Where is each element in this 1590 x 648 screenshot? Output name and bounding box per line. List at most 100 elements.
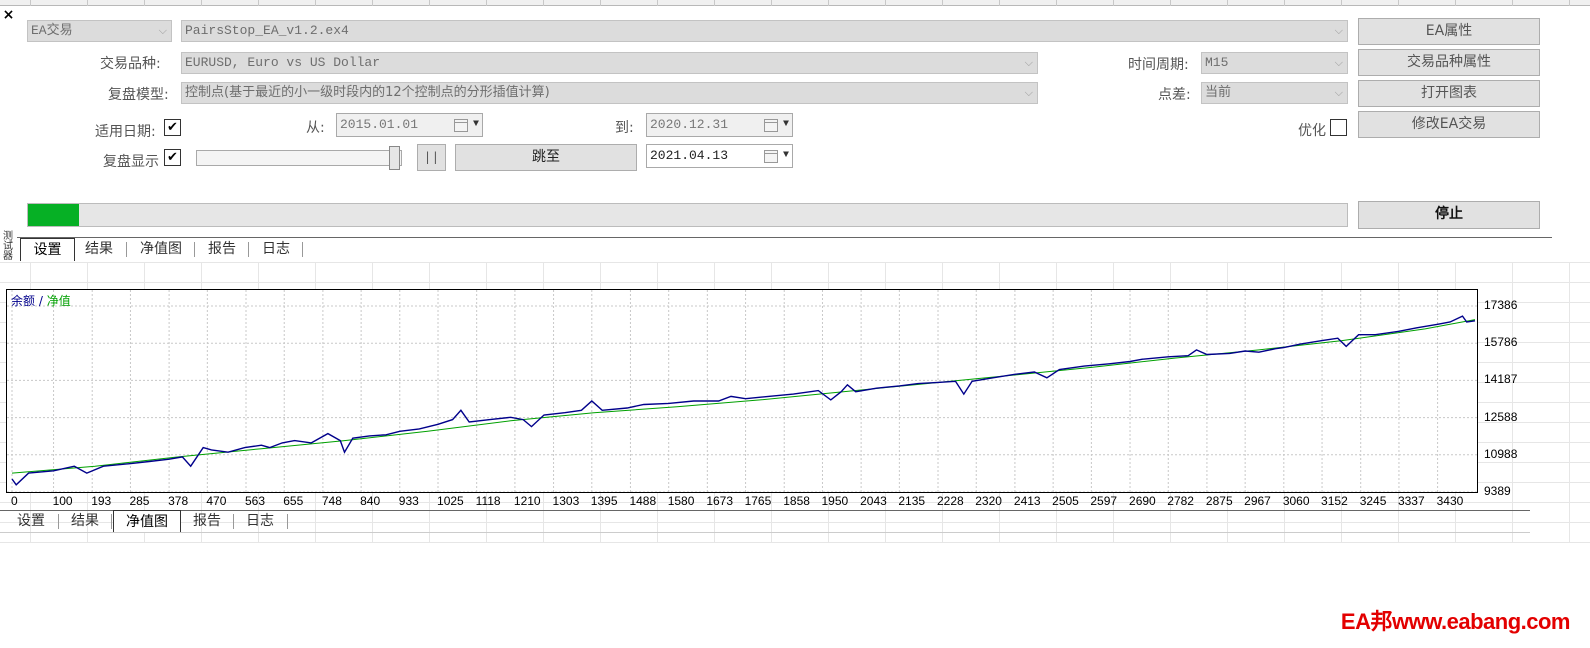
equity-chart: 余额 / 净值 xyxy=(6,289,1478,493)
spread-select[interactable]: 当前 ⌵ xyxy=(1201,82,1348,104)
x-tick-label: 470 xyxy=(206,494,227,508)
calendar-icon xyxy=(454,119,468,132)
y-tick-label: 10988 xyxy=(1484,446,1518,461)
tab-settings[interactable]: 设置 xyxy=(6,510,56,532)
calendar-icon xyxy=(764,150,778,163)
x-tick-label: 1025 xyxy=(437,494,464,508)
symbol-value: EURUSD, Euro vs US Dollar xyxy=(185,55,381,70)
legend-balance: 余额 xyxy=(11,294,36,308)
tab-settings[interactable]: 设置 xyxy=(20,238,75,261)
bottom-tab-underline xyxy=(0,532,1530,533)
ea-file-select[interactable]: PairsStop_EA_v1.2.ex4 ⌵ xyxy=(181,20,1348,42)
x-tick-label: 2228 xyxy=(937,494,964,508)
x-tick-label: 378 xyxy=(168,494,189,508)
ea-type-select[interactable]: EA交易 ⌵ xyxy=(27,20,172,42)
skip-to-date-picker[interactable]: 2021.04.13 ▼ xyxy=(646,144,793,168)
x-tick-label: 1580 xyxy=(667,494,695,508)
close-icon[interactable]: × xyxy=(0,6,17,24)
open-chart-button[interactable]: 打开图表 xyxy=(1358,80,1540,107)
stop-button[interactable]: 停止 xyxy=(1358,201,1540,229)
from-date-picker[interactable]: 2015.01.01 ▼ xyxy=(336,113,483,137)
tab-equity-chart[interactable]: 净值图 xyxy=(113,510,181,533)
y-tick-label: 9389 xyxy=(1484,484,1511,498)
visual-mode-label: 复盘显示 xyxy=(103,154,159,170)
to-date-value: 2020.12.31 xyxy=(650,117,729,132)
dropdown-arrow-icon: ▼ xyxy=(782,150,789,161)
from-label: 从: xyxy=(306,120,325,136)
tab-separator xyxy=(194,242,195,257)
tab-journal[interactable]: 日志 xyxy=(252,238,300,260)
sheet-row-line xyxy=(0,282,1590,283)
equity-chart-svg xyxy=(7,290,1477,492)
x-tick-label: 2413 xyxy=(1013,494,1041,508)
sheet-row-line xyxy=(0,262,1590,263)
period-value: M15 xyxy=(1205,55,1229,70)
dropdown-arrow-icon: ▼ xyxy=(472,119,479,130)
x-tick-label: 2967 xyxy=(1244,494,1271,508)
visual-mode-checkbox[interactable]: ✔ xyxy=(164,149,181,166)
tab-bar-top: 设置 结果 净值图 报告 日志 xyxy=(20,238,420,261)
tab-separator xyxy=(233,514,234,529)
skip-to-button[interactable]: 跳至 xyxy=(455,144,637,171)
x-tick-label: 1950 xyxy=(821,494,849,508)
tab-report[interactable]: 报告 xyxy=(198,238,246,260)
tab-separator xyxy=(111,514,112,529)
x-tick-label: 3337 xyxy=(1397,494,1425,508)
x-tick-label: 2690 xyxy=(1129,494,1156,508)
chevron-down-icon: ⌵ xyxy=(158,24,167,37)
tab-separator xyxy=(248,242,249,257)
x-tick-label: 2505 xyxy=(1052,494,1079,508)
x-tick-label: 193 xyxy=(91,494,112,508)
skip-to-date-value: 2021.04.13 xyxy=(650,148,729,163)
x-tick-label: 563 xyxy=(244,494,266,508)
x-tick-label: 2875 xyxy=(1205,494,1233,508)
model-select[interactable]: 控制点(基于最近的小一级时段内的12个控制点的分形插值计算) ⌵ xyxy=(181,82,1038,104)
tab-separator xyxy=(58,514,59,529)
x-tick-label: 933 xyxy=(398,494,419,508)
ea-type-value: EA交易 xyxy=(31,23,73,38)
optimize-checkbox[interactable] xyxy=(1330,119,1347,136)
ea-properties-button[interactable]: EA属性 xyxy=(1358,18,1540,45)
to-label: 到: xyxy=(615,120,634,136)
x-tick-label: 1673 xyxy=(706,494,734,508)
tab-results[interactable]: 结果 xyxy=(76,238,122,260)
tab-separator xyxy=(302,242,303,257)
tab-journal[interactable]: 日志 xyxy=(235,510,285,532)
progress-bar-fill xyxy=(28,204,80,226)
symbol-select[interactable]: EURUSD, Euro vs US Dollar ⌵ xyxy=(181,52,1038,74)
tab-equity-chart[interactable]: 净值图 xyxy=(130,238,192,260)
x-tick-label: 2135 xyxy=(898,494,926,508)
x-tick-label: 840 xyxy=(360,494,381,508)
legend-separator: / xyxy=(35,294,47,308)
y-tick-label: 15786 xyxy=(1484,335,1518,350)
x-tick-label: 1118 xyxy=(475,494,501,508)
sheet-row-line xyxy=(0,542,1590,543)
chevron-down-icon: ⌵ xyxy=(1334,86,1343,99)
use-date-label: 适用日期: xyxy=(95,124,156,140)
use-date-checkbox[interactable]: ✔ xyxy=(164,119,181,136)
to-date-picker[interactable]: 2020.12.31 ▼ xyxy=(646,113,793,137)
tab-report[interactable]: 报告 xyxy=(182,510,232,532)
speed-slider-track[interactable] xyxy=(196,150,402,166)
pause-button[interactable]: | | xyxy=(417,144,446,171)
speed-slider-thumb[interactable] xyxy=(389,146,400,170)
x-tick-label: 1858 xyxy=(783,494,810,508)
chevron-down-icon: ⌵ xyxy=(1024,56,1033,69)
period-select[interactable]: M15 ⌵ xyxy=(1201,52,1348,74)
modify-ea-button[interactable]: 修改EA交易 xyxy=(1358,111,1540,138)
spread-value: 当前 xyxy=(1205,85,1232,100)
x-tick-label: 1765 xyxy=(744,494,772,508)
tester-side-label: 测试器 xyxy=(3,231,13,262)
calendar-icon xyxy=(764,119,778,132)
site-watermark: EA邦www.eabang.com xyxy=(1340,609,1571,634)
tab-separator xyxy=(126,242,127,257)
symbol-properties-button[interactable]: 交易品种属性 xyxy=(1358,49,1540,76)
x-tick-label: 2782 xyxy=(1167,494,1194,508)
model-label: 复盘模型: xyxy=(108,87,169,103)
chevron-down-icon: ⌵ xyxy=(1334,24,1343,37)
progress-bar xyxy=(27,203,1348,227)
chart-legend: 余额 / 净值 xyxy=(11,292,71,309)
tab-results[interactable]: 结果 xyxy=(60,510,110,532)
chart-y-axis: 9389 10988 12588 14187 15786 17386 xyxy=(1478,289,1538,501)
x-tick-label: 748 xyxy=(321,494,342,508)
